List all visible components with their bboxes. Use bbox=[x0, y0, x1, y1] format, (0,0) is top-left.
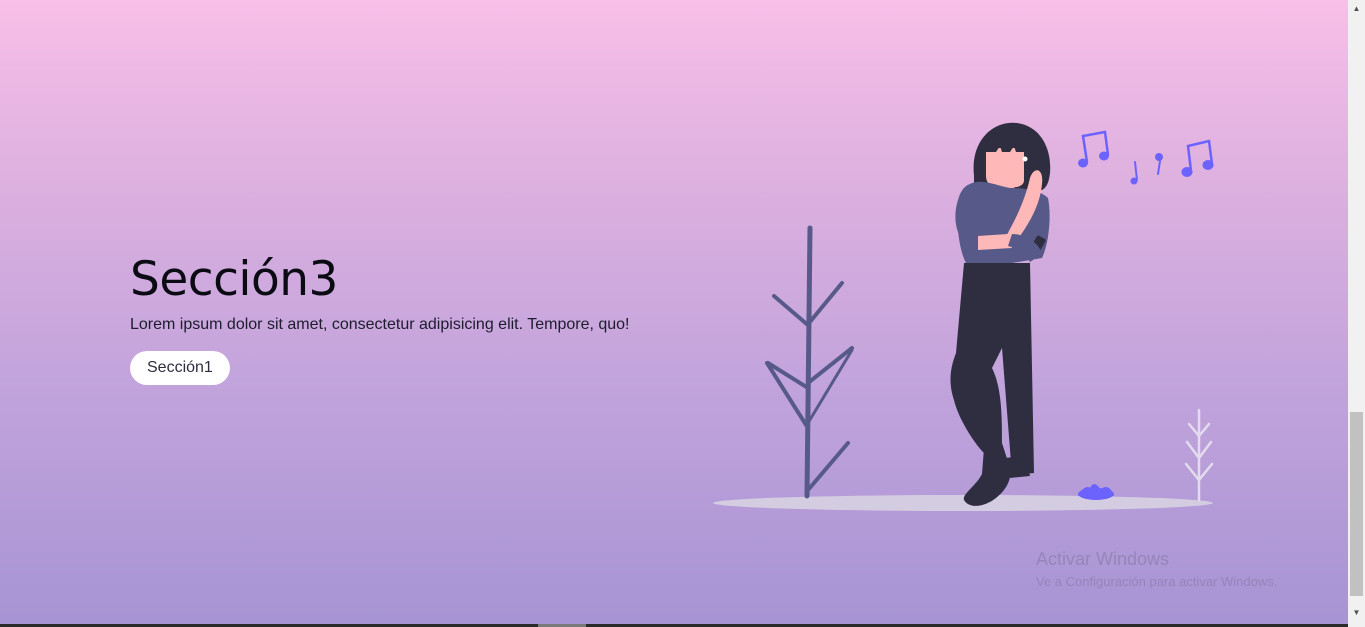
watermark-subtitle: Ve a Configuración para activar Windows. bbox=[1036, 574, 1278, 589]
woman-figure bbox=[950, 122, 1051, 506]
vertical-scrollbar[interactable]: ▲ ▼ bbox=[1348, 0, 1365, 627]
section-title: Sección3 bbox=[130, 252, 338, 307]
watermark-title: Activar Windows bbox=[1036, 549, 1170, 569]
flower-icon bbox=[1078, 483, 1114, 500]
scroll-up-arrow-icon[interactable]: ▲ bbox=[1348, 0, 1365, 17]
windows-activation-watermark: Activar Windows Ve a Configuración para … bbox=[1036, 548, 1277, 591]
woman-listening-music-illustration bbox=[713, 122, 1214, 511]
section1-button[interactable]: Sección1 bbox=[130, 351, 230, 385]
plant-icon bbox=[765, 225, 854, 499]
page: Sección3 Lorem ipsum dolor sit amet, con… bbox=[0, 0, 1365, 627]
section-content: Sección3 Lorem ipsum dolor sit amet, con… bbox=[130, 252, 690, 385]
scroll-down-arrow-icon[interactable]: ▼ bbox=[1348, 604, 1365, 621]
hero-section: Sección3 Lorem ipsum dolor sit amet, con… bbox=[0, 0, 1348, 624]
scrollbar-thumb[interactable] bbox=[1350, 412, 1363, 596]
ground-shadow bbox=[713, 495, 1213, 511]
section-description: Lorem ipsum dolor sit amet, consectetur … bbox=[130, 316, 630, 333]
music-note-icon bbox=[1078, 130, 1214, 185]
small-plant-icon bbox=[1184, 408, 1214, 502]
